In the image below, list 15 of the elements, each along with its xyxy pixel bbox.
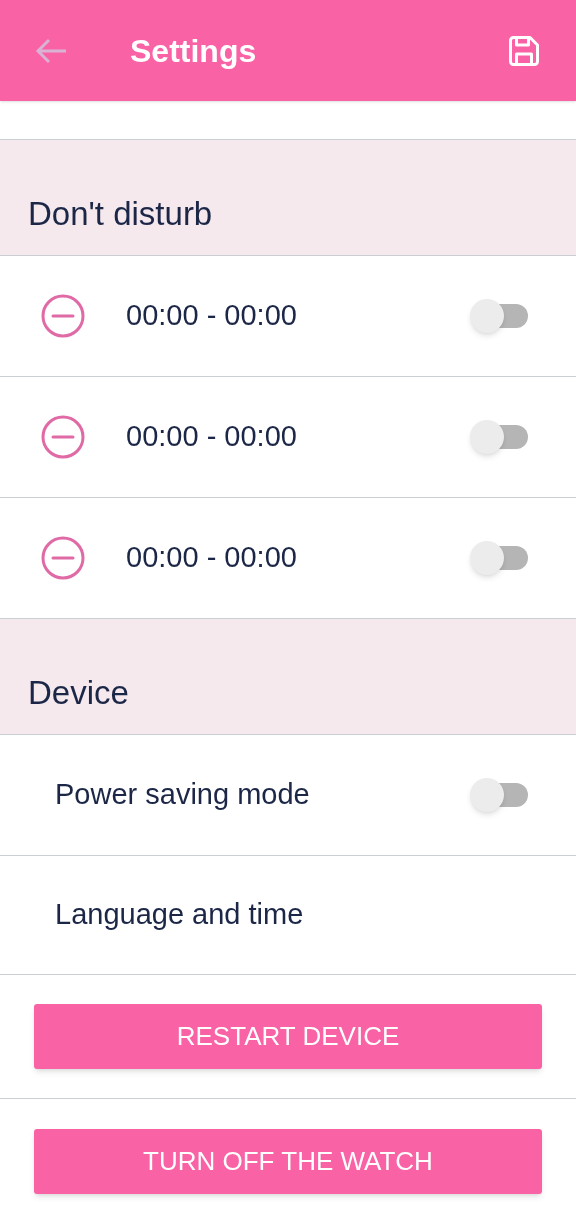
setting-label: Power saving mode bbox=[55, 777, 311, 813]
section-title: Device bbox=[28, 672, 129, 713]
toggle-switch[interactable] bbox=[470, 299, 530, 333]
toggle-switch[interactable] bbox=[470, 778, 530, 812]
setting-item[interactable]: Language and time bbox=[0, 856, 576, 975]
toggle-switch[interactable] bbox=[470, 420, 530, 454]
time-range[interactable]: 00:00 - 00:00 bbox=[126, 415, 470, 459]
window-title: Settings bbox=[130, 31, 257, 71]
time-range[interactable]: 00:00 - 00:00 bbox=[126, 294, 470, 338]
remove-icon[interactable] bbox=[40, 414, 86, 460]
section-title: Don't disturb bbox=[28, 193, 213, 234]
toggle-switch[interactable] bbox=[470, 541, 530, 575]
remove-icon[interactable] bbox=[40, 293, 86, 339]
time-range[interactable]: 00:00 - 00:00 bbox=[126, 536, 470, 580]
remove-icon[interactable] bbox=[40, 535, 86, 581]
